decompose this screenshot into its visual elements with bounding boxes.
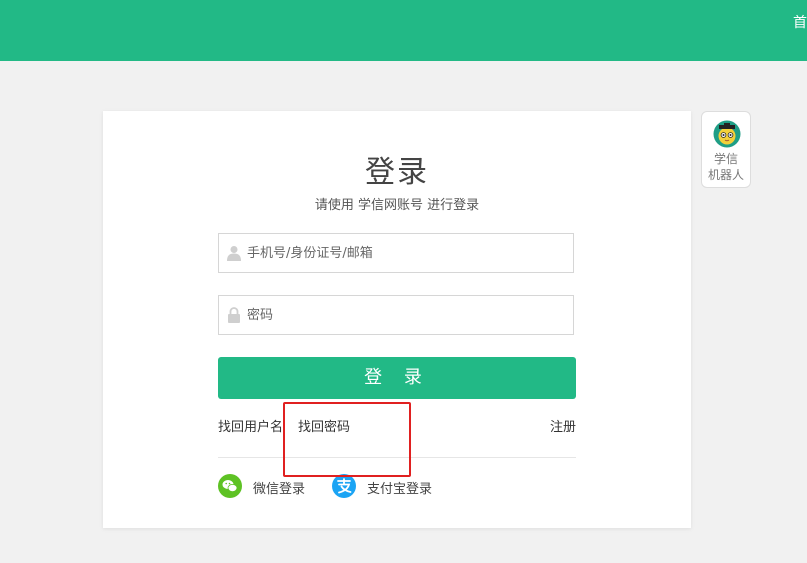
login-button[interactable]: 登 录 [218,357,576,399]
username-input[interactable] [247,234,567,272]
highlight-annotation-box [283,402,411,477]
user-icon [227,246,241,261]
robot-avatar-icon [713,120,741,148]
register-link[interactable]: 注册 [550,416,576,435]
username-field [218,233,574,273]
robot-label-line2: 机器人 [707,168,744,182]
alipay-login-label: 支付宝登录 [367,482,433,497]
login-title: 登录 [365,155,429,190]
lock-icon [228,307,240,323]
robot-assistant-button[interactable]: 学信 机器人 [701,111,751,188]
wechat-login-label: 微信登录 [253,482,306,497]
find-username-link[interactable]: 找回用户名 [218,416,283,435]
login-subtitle: 请使用 学信网账号 进行登录 [314,198,480,213]
robot-label-line1: 学信 [713,152,738,166]
alipay-icon [332,474,356,498]
password-field [218,295,574,335]
password-input[interactable] [247,296,567,334]
wechat-icon [218,474,242,498]
nav-home-link[interactable]: 首 [793,12,807,32]
top-header-bar: 首 [0,0,807,61]
